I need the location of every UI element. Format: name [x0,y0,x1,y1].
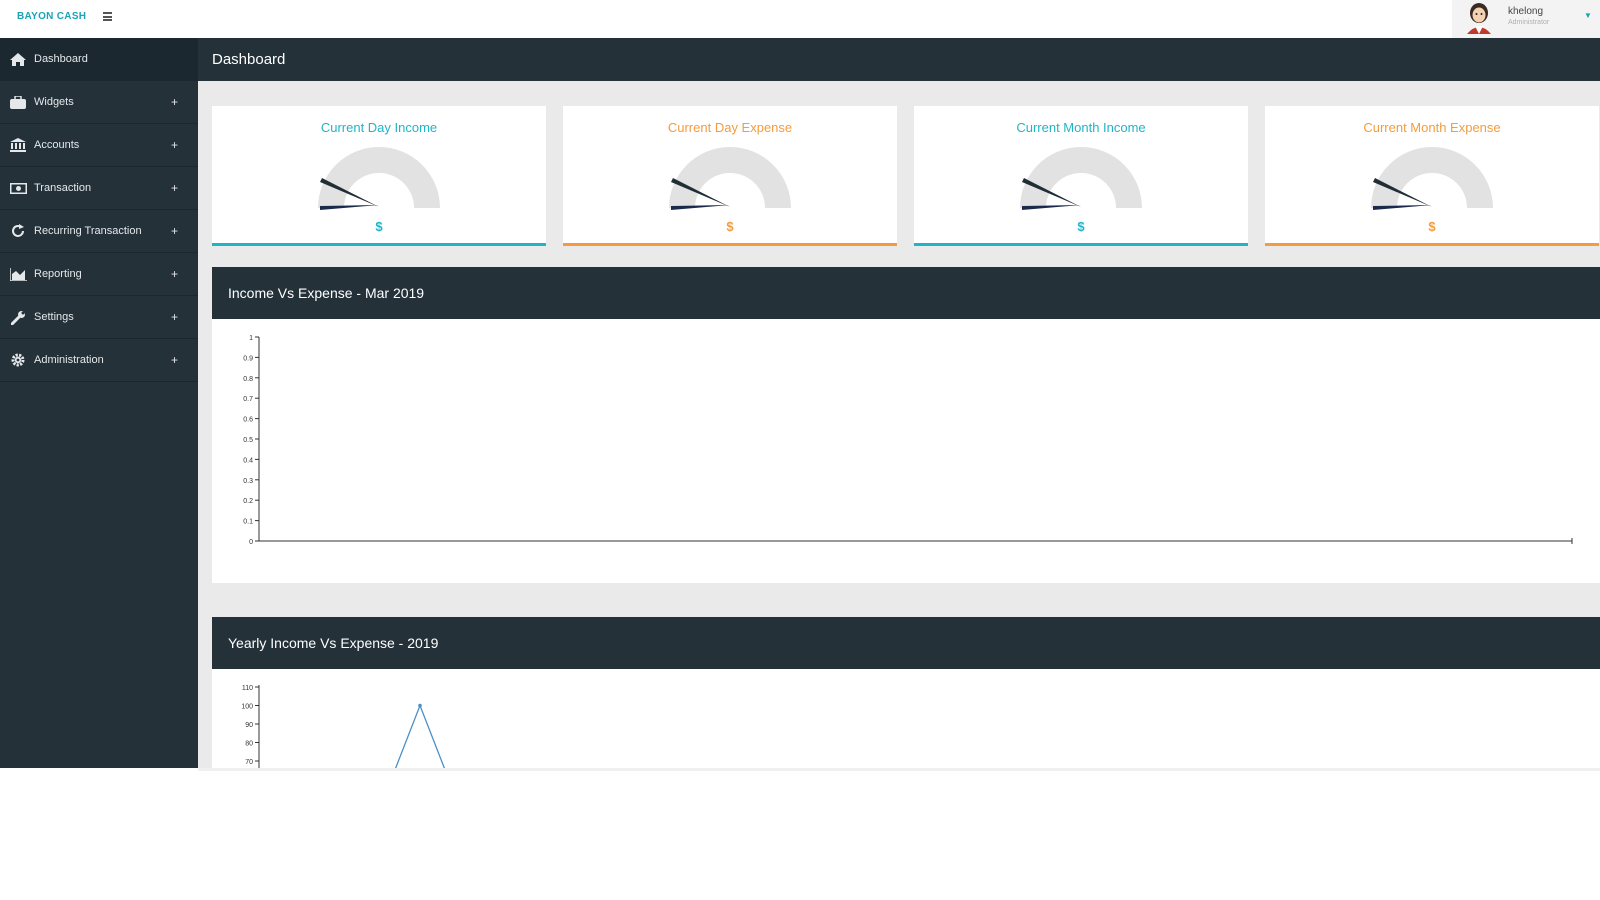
card-accent-bar [212,243,546,246]
sidebar-item-administration[interactable]: Administration + [0,339,198,382]
card-current-day-income: Current Day Income $ [212,106,546,246]
menu-toggle-icon[interactable] [103,12,112,21]
y-tick-label: 80 [245,741,253,748]
user-name: khelong [1508,6,1544,17]
brand-logo[interactable]: BAYON CASH [17,11,86,22]
sidebar-item-label: Transaction [34,182,92,194]
sidebar-item-label: Settings [34,311,74,323]
sidebar-item-transaction[interactable]: Transaction + [0,167,198,210]
page-header: Dashboard [198,38,1600,81]
panel-income-vs-expense-monthly: Income Vs Expense - Mar 2019 0 0.1 0.2 0.3 0… [212,267,1600,583]
user-menu[interactable]: khelong Administrator ▼ [1452,0,1600,38]
refresh-icon [9,224,27,238]
y-tick-label: 0.3 [243,478,253,485]
gauge-chart [1371,147,1493,210]
sidebar-item-recurring-transaction[interactable]: Recurring Transaction + [0,210,198,253]
expand-icon[interactable]: + [171,267,178,281]
card-value: $ [1428,219,1436,234]
card-accent-bar [563,243,897,246]
y-tick-label: 0.9 [243,355,253,362]
money-icon [9,181,27,195]
wrench-icon [9,310,27,325]
sidebar-item-widgets[interactable]: Widgets + [0,81,198,124]
panel-yearly-income-vs-expense: Yearly Income Vs Expense - 2019 70 80 90 10… [212,617,1600,768]
card-title: Current Day Expense [667,120,793,135]
sidebar-item-label: Dashboard [34,53,88,65]
card-value: $ [726,219,734,234]
footer-divider [198,768,1600,771]
card-current-month-expense: Current Month Expense $ [1265,106,1599,246]
y-tick-label: 0.1 [243,519,253,526]
expand-icon[interactable]: + [171,310,178,324]
y-tick-label: 0.2 [243,498,253,505]
sidebar-item-dashboard[interactable]: Dashboard [0,38,198,81]
top-bar: BAYON CASH khelong Administrator ▼ [0,0,1600,38]
gauge-chart [1020,147,1142,210]
card-title: Current Month Expense [1363,120,1501,135]
card-accent-bar [1265,243,1599,246]
monthly-line-chart: 0 0.1 0.2 0.3 0.4 0.5 0.6 0.7 0.8 0.9 1 [243,335,1573,546]
y-tick-label: 0.7 [243,396,253,403]
y-tick-label: 100 [241,704,253,711]
avatar [1467,3,1491,34]
expand-icon[interactable]: + [171,181,178,195]
expand-icon[interactable]: + [171,353,178,367]
y-tick-label: 90 [245,722,253,729]
main-content: Dashboard Current Day Income $ Current D… [198,38,1600,768]
sidebar: Dashboard Widgets + Accounts + Transacti… [0,38,198,768]
panel-title: Income Vs Expense - Mar 2019 [212,267,1600,319]
yearly-line-chart: 70 80 90 100 110 [241,685,446,768]
sidebar-item-label: Widgets [34,96,74,108]
expand-icon[interactable]: + [171,138,178,152]
area-chart-icon [9,267,27,281]
y-tick-label: 0.6 [243,417,253,424]
card-value: $ [375,219,383,234]
sidebar-item-label: Accounts [34,139,80,151]
card-value: $ [1077,219,1085,234]
sidebar-item-accounts[interactable]: Accounts + [0,124,198,167]
y-tick-label: 70 [245,759,253,766]
panel-title: Yearly Income Vs Expense - 2019 [212,617,1600,669]
page-title: Dashboard [212,51,286,68]
sidebar-item-label: Administration [34,354,104,366]
sidebar-item-settings[interactable]: Settings + [0,296,198,339]
card-title: Current Day Income [320,120,438,135]
card-title: Current Month Income [1016,120,1146,135]
y-tick-label: 0.8 [243,376,253,383]
card-accent-bar [914,243,1248,246]
expand-icon[interactable]: + [171,95,178,109]
chevron-down-icon[interactable]: ▼ [1584,11,1592,20]
card-current-month-income: Current Month Income $ [914,106,1248,246]
data-point [418,703,422,708]
sidebar-item-label: Reporting [34,268,82,280]
sidebar-item-reporting[interactable]: Reporting + [0,253,198,296]
user-role: Administrator [1508,19,1550,26]
series-line [394,703,446,768]
expand-icon[interactable]: + [171,224,178,238]
y-tick-label: 0.5 [243,437,253,444]
home-icon [9,52,27,66]
gear-icon [9,353,27,367]
y-tick-label: 1 [249,335,253,342]
card-current-day-expense: Current Day Expense $ [563,106,897,246]
gauge-chart [669,147,791,210]
gauge-chart [318,147,440,210]
bank-icon [9,138,27,152]
briefcase-icon [9,95,27,109]
y-tick-label: 110 [242,685,253,692]
y-tick-label: 0.4 [243,457,253,464]
sidebar-item-label: Recurring Transaction [34,225,142,237]
y-tick-label: 0 [249,539,253,546]
